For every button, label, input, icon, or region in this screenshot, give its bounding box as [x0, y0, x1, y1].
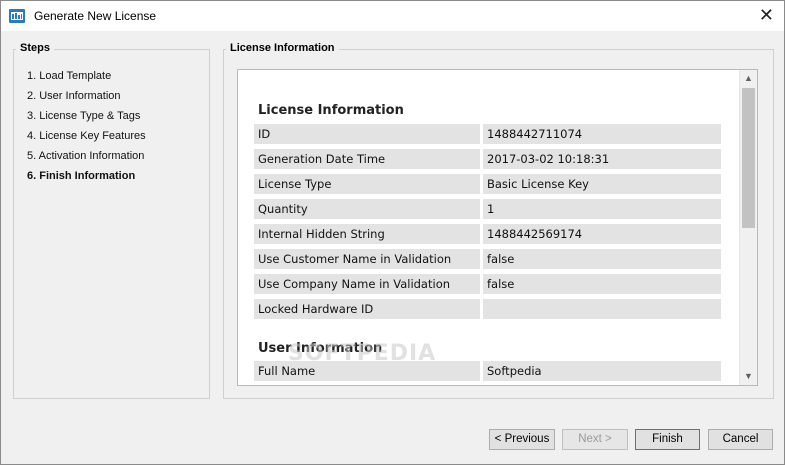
row-key: Use Company Name in Validation — [254, 274, 480, 294]
scrollbar-thumb[interactable] — [742, 88, 755, 228]
row-value: 1488442711074 — [483, 124, 721, 144]
step-user-information: 2. User Information — [27, 90, 121, 102]
step-finish-information: 6. Finish Information — [27, 170, 136, 182]
row-value — [483, 299, 721, 319]
row-value: Softpedia — [483, 361, 721, 381]
row-key: Locked Hardware ID — [254, 299, 480, 319]
row-value: Basic License Key — [483, 174, 721, 194]
scroll-down-arrow-icon[interactable]: ▼ — [740, 368, 757, 385]
row-key: License Type — [254, 174, 480, 194]
next-button[interactable]: Next > — [562, 429, 628, 450]
title-bar: Generate New License ✕ — [1, 1, 784, 31]
row-key: Full Name — [254, 361, 480, 381]
row-value: 1 — [483, 199, 721, 219]
steps-legend: Steps — [16, 42, 54, 54]
cancel-button[interactable]: Cancel — [708, 429, 773, 450]
row-key: Use Customer Name in Validation — [254, 249, 480, 269]
close-icon[interactable]: ✕ — [759, 5, 774, 25]
row-value: 2017-03-02 10:18:31 — [483, 149, 721, 169]
license-app-icon — [9, 9, 25, 23]
row-value: false — [483, 249, 721, 269]
row-key: Quantity — [254, 199, 480, 219]
license-information-legend: License Information — [226, 42, 339, 54]
scroll-up-arrow-icon[interactable]: ▲ — [740, 70, 757, 87]
row-value: 1488442569174 — [483, 224, 721, 244]
section-title-license: License Information — [258, 103, 404, 118]
window-title: Generate New License — [34, 9, 157, 23]
previous-button[interactable]: < Previous — [489, 429, 555, 450]
row-key: Internal Hidden String — [254, 224, 480, 244]
license-details-view[interactable]: License Information ID 1488442711074 Gen… — [237, 69, 758, 386]
step-license-type-tags: 3. License Type & Tags — [27, 110, 141, 122]
finish-button[interactable]: Finish — [635, 429, 700, 450]
section-title-user: User Information — [258, 341, 383, 356]
step-license-key-features: 4. License Key Features — [27, 130, 146, 142]
row-key: Generation Date Time — [254, 149, 480, 169]
step-activation-information: 5. Activation Information — [27, 150, 145, 162]
row-key: ID — [254, 124, 480, 144]
step-load-template: 1. Load Template — [27, 70, 112, 82]
vertical-scrollbar[interactable]: ▲ ▼ — [739, 70, 757, 385]
row-value: false — [483, 274, 721, 294]
